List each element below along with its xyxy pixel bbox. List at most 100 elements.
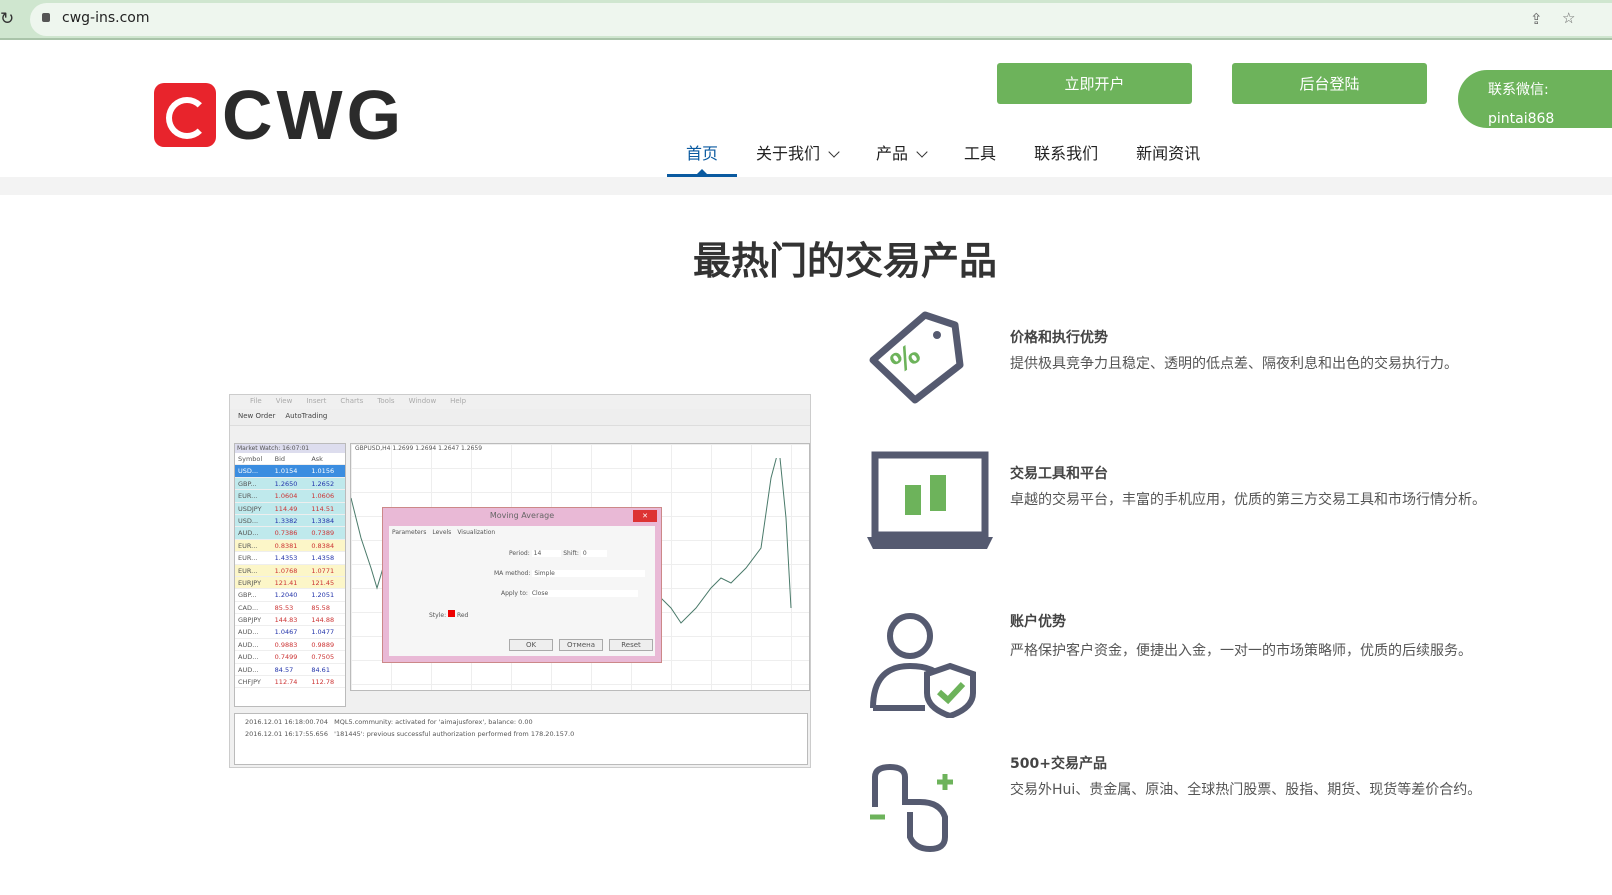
- style-field[interactable]: Style: Red: [429, 610, 468, 619]
- bid-cell: 1.0768: [274, 566, 298, 575]
- method-value: Simple: [532, 570, 645, 577]
- platform-toolbar: New Order AutoTrading: [230, 409, 810, 426]
- apply-value: Close: [529, 590, 639, 597]
- address-bar[interactable]: cwg-ins.com ⇪ ☆: [30, 3, 1612, 36]
- divider-band: [0, 177, 1612, 195]
- bid-cell: 1.4353: [274, 554, 298, 563]
- ask-cell: 1.2652: [311, 479, 335, 488]
- ask-cell: 85.58: [311, 603, 330, 612]
- ask-cell: 84.61: [311, 665, 330, 674]
- cwg-logo[interactable]: CWG: [154, 80, 405, 150]
- ask-cell: 0.9889: [311, 640, 335, 649]
- url-text[interactable]: cwg-ins.com: [62, 10, 150, 26]
- journal-row: 2016.12.01 16:18:00.704 MQL5.community: …: [245, 718, 533, 726]
- bid-cell: 0.7386: [274, 529, 298, 538]
- symbol-cell: CHFJPY: [238, 678, 261, 687]
- market-watch: Market Watch: 16:07:01 Symbol Bid Ask US…: [234, 443, 346, 707]
- bid-cell: 1.0154: [274, 467, 298, 476]
- bid-cell: 1.0467: [274, 628, 298, 637]
- logo-mark-icon: [154, 83, 216, 147]
- user-shield-icon: [870, 613, 976, 718]
- symbol-cell: USD...: [238, 516, 259, 525]
- symbol-cell: CAD...: [238, 603, 259, 612]
- nav-about[interactable]: 关于我们: [737, 130, 857, 177]
- symbol-cell: GBP...: [238, 591, 257, 600]
- market-watch-row: GBP... 1.2650 1.2652: [235, 477, 345, 491]
- market-watch-row: EUR... 1.4353 1.4358: [235, 552, 345, 565]
- bid-cell: 0.9883: [274, 640, 298, 649]
- method-label: MA method:: [494, 570, 531, 577]
- symbol-cell: AUD...: [238, 665, 259, 674]
- nav-label: 首页: [686, 144, 719, 163]
- market-watch-row: AUD... 0.9883 0.9889: [235, 638, 345, 652]
- nav-label: 新闻资讯: [1136, 144, 1201, 163]
- symbol-cell: AUD...: [238, 640, 259, 649]
- section-title: 最热门的交易产品: [692, 239, 997, 283]
- chevron-down-icon: [828, 146, 840, 158]
- ask-cell: 144.88: [311, 616, 335, 625]
- price-tag-percent-icon: %: [869, 311, 964, 404]
- reload-icon[interactable]: ↻: [0, 9, 14, 29]
- hand-click-icon: [870, 763, 953, 853]
- nav-contact[interactable]: 联系我们: [1015, 130, 1117, 177]
- nav-label: 关于我们: [756, 144, 821, 163]
- wechat-label: 联系微信:: [1488, 82, 1549, 98]
- market-watch-row: AUD... 1.0467 1.0477: [235, 626, 345, 639]
- chart-label: GBPUSD,H4 1.2699 1.2694 1.2647 1.2659: [355, 445, 483, 452]
- apply-to-field[interactable]: Apply to: Close: [501, 590, 639, 597]
- ask-cell: 114.51: [311, 504, 335, 513]
- feature-desc: 卓越的交易平台，丰富的手机应用，优质的第三方交易工具和市场行情分析。: [1010, 492, 1486, 508]
- market-watch-row: EUR... 1.0604 1.0606: [235, 490, 345, 503]
- journal-panel: 2016.12.01 16:18:00.704 MQL5.community: …: [234, 713, 808, 765]
- market-watch-row: GBPJPY 144.83 144.88: [235, 614, 345, 627]
- symbol-cell: EUR...: [238, 541, 258, 550]
- bookmark-star-icon[interactable]: ☆: [1562, 9, 1575, 27]
- market-watch-row: EURJPY 121.41 121.45: [235, 576, 345, 590]
- wechat-contact[interactable]: 联系微信: pintai868: [1458, 70, 1612, 128]
- reset-button[interactable]: Reset: [609, 639, 653, 651]
- tab-levels[interactable]: Levels: [432, 529, 451, 536]
- journal-row: 2016.12.01 16:17:55.656 '181445': previo…: [245, 730, 575, 738]
- moving-average-dialog: Moving Average ✕ Parameters Levels Visua…: [382, 507, 662, 663]
- nav-home[interactable]: 首页: [667, 130, 738, 177]
- main-nav: 首页 关于我们 产品 工具 联系我们 新闻资讯: [667, 130, 1219, 177]
- market-watch-row: USD... 1.0154 1.0156: [235, 465, 345, 478]
- ask-cell: 0.7389: [311, 529, 335, 538]
- trading-platform-screenshot: File View Insert Charts Tools Window Help New …: [229, 394, 811, 768]
- platform-menu-item: Window: [408, 397, 437, 405]
- ask-cell: 0.7505: [311, 653, 335, 662]
- close-icon[interactable]: ✕: [633, 510, 657, 522]
- market-watch-row: AUD... 0.7499 0.7505: [235, 651, 345, 664]
- share-icon[interactable]: ⇪: [1530, 10, 1543, 28]
- ma-method-field[interactable]: MA method: Simple: [494, 570, 645, 577]
- symbol-cell: GBPJPY: [238, 616, 262, 625]
- feature-desc: 严格保护客户资金，便捷出入金，一对一的市场策略师，优质的后续服务。: [1010, 643, 1472, 659]
- feature-title: 交易工具和平台: [1010, 466, 1108, 482]
- tab-visualization[interactable]: Visualization: [457, 529, 495, 536]
- nav-tools[interactable]: 工具: [945, 130, 1015, 177]
- platform-menu-item: Charts: [340, 397, 364, 405]
- lock-icon: [42, 13, 50, 22]
- ok-button[interactable]: OK: [509, 639, 553, 651]
- ask-cell: 0.8384: [311, 541, 335, 550]
- market-watch-row: CHFJPY 112.74 112.78: [235, 676, 345, 689]
- symbol-cell: EUR...: [238, 492, 258, 501]
- symbol-cell: EUR...: [238, 566, 258, 575]
- bid-cell: 0.7499: [274, 653, 298, 662]
- feature-title: 价格和执行优势: [1010, 330, 1108, 346]
- feature-title: 500+交易产品: [1010, 756, 1107, 772]
- tab-parameters[interactable]: Parameters: [392, 529, 426, 536]
- new-order-label: New Order: [238, 412, 276, 420]
- login-button[interactable]: 后台登陆: [1232, 63, 1427, 104]
- platform-menu-item: View: [275, 397, 293, 405]
- period-field[interactable]: Period: 14 Shift: 0: [509, 550, 607, 557]
- bid-cell: 1.2650: [274, 479, 298, 488]
- platform-menu-item: Tools: [377, 397, 395, 405]
- apply-label: Apply to:: [501, 590, 528, 597]
- feature-desc: 提供极具竞争力且稳定、透明的低点差、隔夜利息和出色的交易执行力。: [1010, 356, 1458, 372]
- bid-cell: 1.3382: [274, 516, 298, 525]
- cancel-button[interactable]: Отмена: [559, 639, 603, 651]
- nav-products[interactable]: 产品: [857, 130, 945, 177]
- open-account-button[interactable]: 立即开户: [997, 63, 1192, 104]
- nav-news[interactable]: 新闻资讯: [1117, 130, 1219, 177]
